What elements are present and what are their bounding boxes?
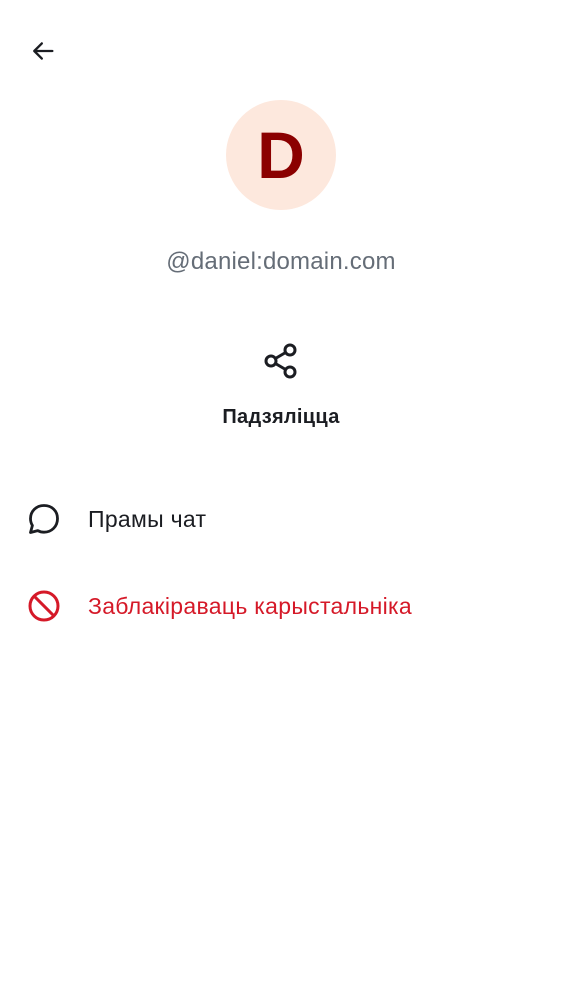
share-icon [264, 343, 297, 379]
block-icon [26, 588, 62, 624]
share-button[interactable]: Падзяліцца [181, 336, 381, 436]
direct-chat-item[interactable]: Прамы чат [0, 483, 562, 555]
avatar-initial: D [257, 118, 305, 192]
user-id: @daniel:domain.com [166, 248, 396, 275]
arrow-left-icon [33, 42, 54, 60]
direct-chat-label: Прамы чат [88, 505, 207, 532]
avatar[interactable]: D [226, 100, 336, 210]
share-label: Падзяліцца [222, 406, 340, 428]
block-user-label: Заблакіраваць карыстальніка [88, 592, 413, 619]
block-user-item[interactable]: Заблакіраваць карыстальніка [0, 570, 562, 642]
chat-bubble-icon [26, 501, 62, 537]
back-button[interactable] [22, 30, 64, 72]
